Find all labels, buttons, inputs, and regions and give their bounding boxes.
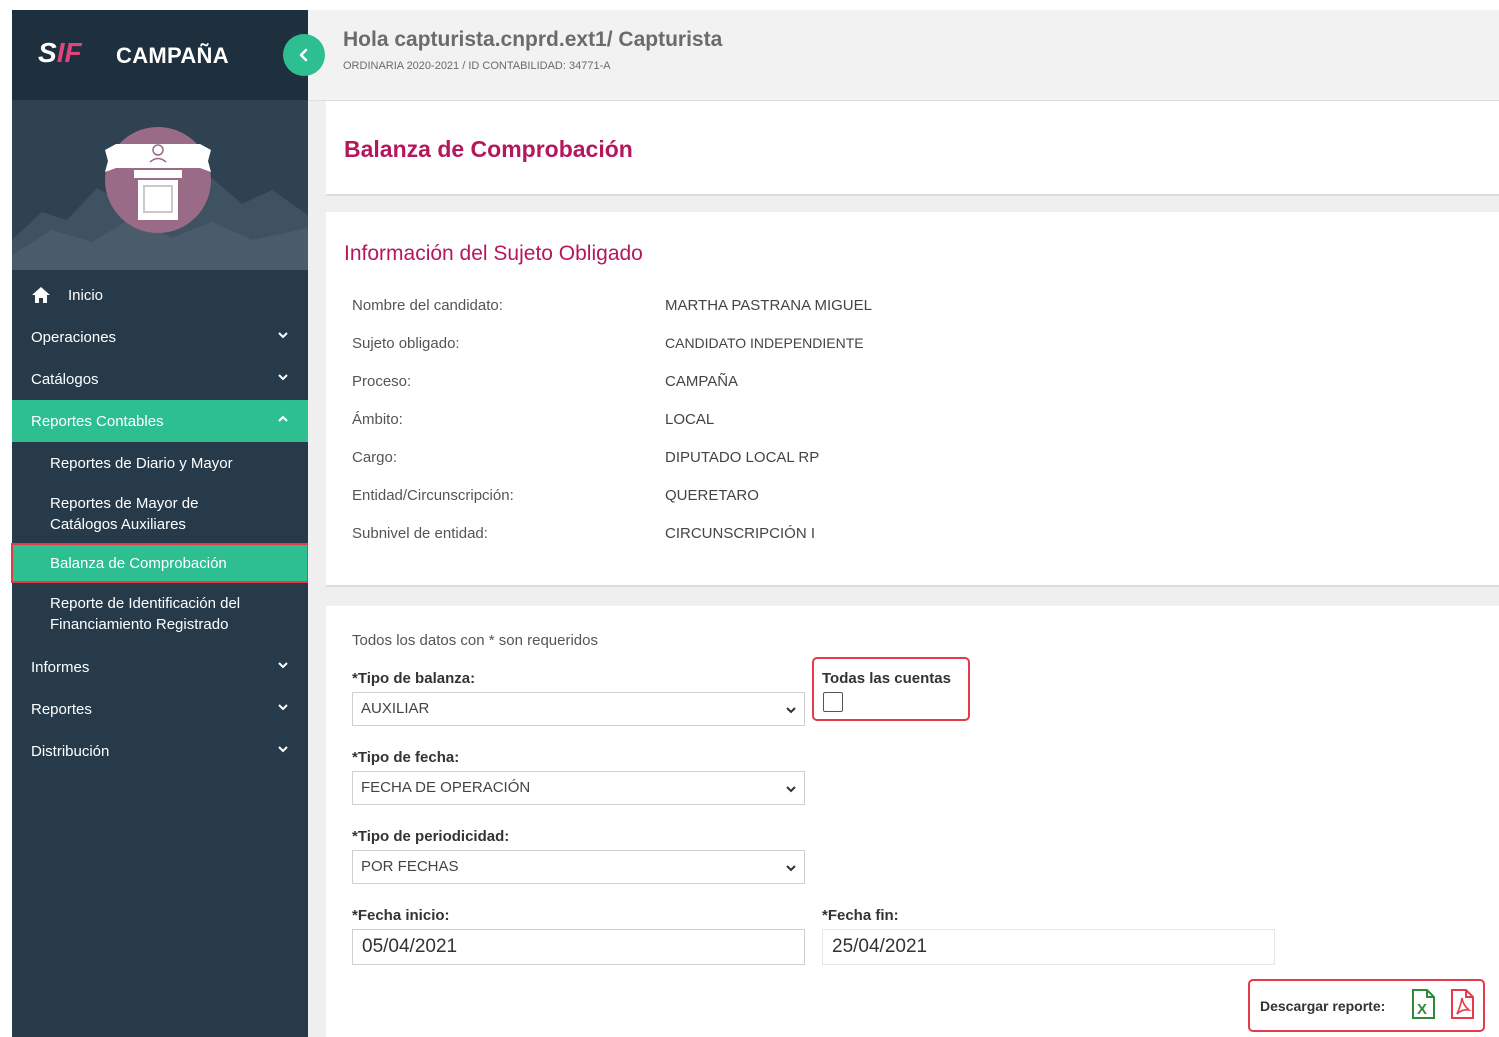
required-note: Todos los datos con * son requeridos xyxy=(352,632,598,649)
fecha-fin-label: *Fecha fin: xyxy=(822,907,899,924)
chevron-down-icon xyxy=(786,786,796,793)
download-label: Descargar reporte: xyxy=(1260,998,1386,1014)
sidebar: SIF CAMPAÑA Inicio Operaciones Catálogos… xyxy=(11,10,325,1037)
info-value: DIPUTADO LOCAL RP xyxy=(665,449,820,466)
tipo-balanza-select[interactable]: AUXILIAR xyxy=(352,692,805,726)
sidebar-subitem-label: Reportes de Diario y Mayor xyxy=(50,454,233,472)
info-label: Ámbito: xyxy=(352,411,403,428)
sidebar-item-label: Inicio xyxy=(68,286,104,304)
sidebar-subitem-diario-mayor[interactable]: Reportes de Diario y Mayor xyxy=(12,442,308,484)
app-title: CAMPAÑA xyxy=(116,43,229,68)
accounting-info: ORDINARIA 2020-2021 / ID CONTABILIDAD: 3… xyxy=(343,60,611,72)
info-value: CIRCUNSCRIPCIÓN I xyxy=(665,525,816,542)
chevron-up-icon xyxy=(278,415,288,422)
sidebar-item-reportes[interactable]: Reportes xyxy=(12,688,308,730)
sidebar-nav: Inicio Operaciones Catálogos Reportes Co… xyxy=(11,274,309,772)
info-card: Información del Sujeto Obligado Nombre d… xyxy=(326,212,1499,587)
sif-logo: SIF xyxy=(38,37,82,69)
info-value: MARTHA PASTRANA MIGUEL xyxy=(665,297,872,314)
sidebar-item-label: Reportes Contables xyxy=(31,412,164,430)
select-value: FECHA DE OPERACIÓN xyxy=(361,779,531,796)
podium-icon xyxy=(105,127,211,233)
brand-bar: SIF CAMPAÑA xyxy=(12,10,308,100)
home-icon xyxy=(32,287,50,303)
chevron-down-icon xyxy=(278,704,288,711)
sidebar-item-inicio[interactable]: Inicio xyxy=(12,274,308,316)
mountain-illustration xyxy=(12,100,308,270)
info-value: LOCAL xyxy=(665,411,715,428)
sidebar-item-label: Distribución xyxy=(31,742,110,760)
sidebar-item-label: Reportes xyxy=(31,700,92,718)
chevron-down-icon xyxy=(278,332,288,339)
sidebar-subitem-identificacion-financiamiento[interactable]: Reporte de Identificación del Financiami… xyxy=(12,582,308,646)
section-title: Información del Sujeto Obligado xyxy=(344,242,643,265)
select-value: AUXILIAR xyxy=(361,700,430,717)
sidebar-item-label: Catálogos xyxy=(31,370,99,388)
info-label: Entidad/Circunscripción: xyxy=(352,487,514,504)
info-label: Subnivel de entidad: xyxy=(352,525,488,542)
tipo-balanza-label: *Tipo de balanza: xyxy=(352,670,476,687)
info-label: Sujeto obligado: xyxy=(352,335,460,352)
top-header: Hola capturista.cnprd.ext1/ Capturista O… xyxy=(308,10,1499,101)
sidebar-item-operaciones[interactable]: Operaciones xyxy=(12,316,308,358)
sidebar-item-informes[interactable]: Informes xyxy=(12,646,308,688)
form-card: Todos los datos con * son requeridos *Ti… xyxy=(326,606,1499,1037)
collapse-sidebar-button[interactable] xyxy=(283,34,325,76)
sidebar-subitem-label: Balanza de Comprobación xyxy=(50,554,227,572)
chevron-down-icon xyxy=(786,865,796,872)
pdf-download-icon[interactable] xyxy=(1448,988,1476,1020)
logo-if: IF xyxy=(56,37,82,68)
logo-s: S xyxy=(38,37,57,68)
info-label: Cargo: xyxy=(352,449,398,466)
info-value: CAMPAÑA xyxy=(665,373,739,390)
tipo-periodicidad-label: *Tipo de periodicidad: xyxy=(352,828,510,845)
fecha-inicio-input[interactable]: 05/04/2021 xyxy=(352,929,805,965)
info-value: CANDIDATO INDEPENDIENTE xyxy=(665,335,864,351)
tipo-periodicidad-select[interactable]: POR FECHAS xyxy=(352,850,805,884)
info-value: QUERETARO xyxy=(665,487,759,504)
chevron-down-icon xyxy=(278,662,288,669)
chevron-left-icon xyxy=(299,48,308,62)
chevron-down-icon xyxy=(278,746,288,753)
sidebar-item-catalogos[interactable]: Catálogos xyxy=(12,358,308,400)
info-label: Nombre del candidato: xyxy=(352,297,503,314)
info-label: Proceso: xyxy=(352,373,412,390)
sidebar-item-distribucion[interactable]: Distribución xyxy=(12,730,308,772)
main-content: Balanza de Comprobación Información del … xyxy=(308,101,1499,1037)
page-title-card: Balanza de Comprobación xyxy=(326,101,1499,196)
select-value: POR FECHAS xyxy=(361,858,459,875)
user-greeting: Hola capturista.cnprd.ext1/ Capturista xyxy=(343,28,723,51)
page-title: Balanza de Comprobación xyxy=(344,136,633,162)
sidebar-subitem-label: Reporte de Identificación del Financiami… xyxy=(50,595,241,633)
tipo-fecha-label: *Tipo de fecha: xyxy=(352,749,460,766)
sidebar-item-label: Operaciones xyxy=(31,328,117,346)
sidebar-subitem-label: Reportes de Mayor de Catálogos Auxiliare… xyxy=(50,495,199,533)
tipo-fecha-select[interactable]: FECHA DE OPERACIÓN xyxy=(352,771,805,805)
sidebar-item-reportes-contables[interactable]: Reportes Contables xyxy=(12,400,308,442)
fecha-inicio-label: *Fecha inicio: xyxy=(352,907,450,924)
excel-download-icon[interactable]: X xyxy=(1409,988,1437,1020)
campaign-banner xyxy=(12,100,308,270)
sidebar-subitem-mayor-catalogos[interactable]: Reportes de Mayor de Catálogos Auxiliare… xyxy=(12,484,308,544)
chevron-down-icon xyxy=(278,374,288,381)
chevron-down-icon xyxy=(786,707,796,714)
todas-cuentas-label: Todas las cuentas xyxy=(822,670,951,687)
svg-text:X: X xyxy=(1417,1001,1427,1018)
todas-cuentas-checkbox[interactable] xyxy=(823,692,843,712)
sidebar-item-label: Informes xyxy=(31,658,90,676)
fecha-fin-input[interactable]: 25/04/2021 xyxy=(822,929,1275,965)
sidebar-subitem-balanza[interactable]: Balanza de Comprobación xyxy=(11,543,309,583)
